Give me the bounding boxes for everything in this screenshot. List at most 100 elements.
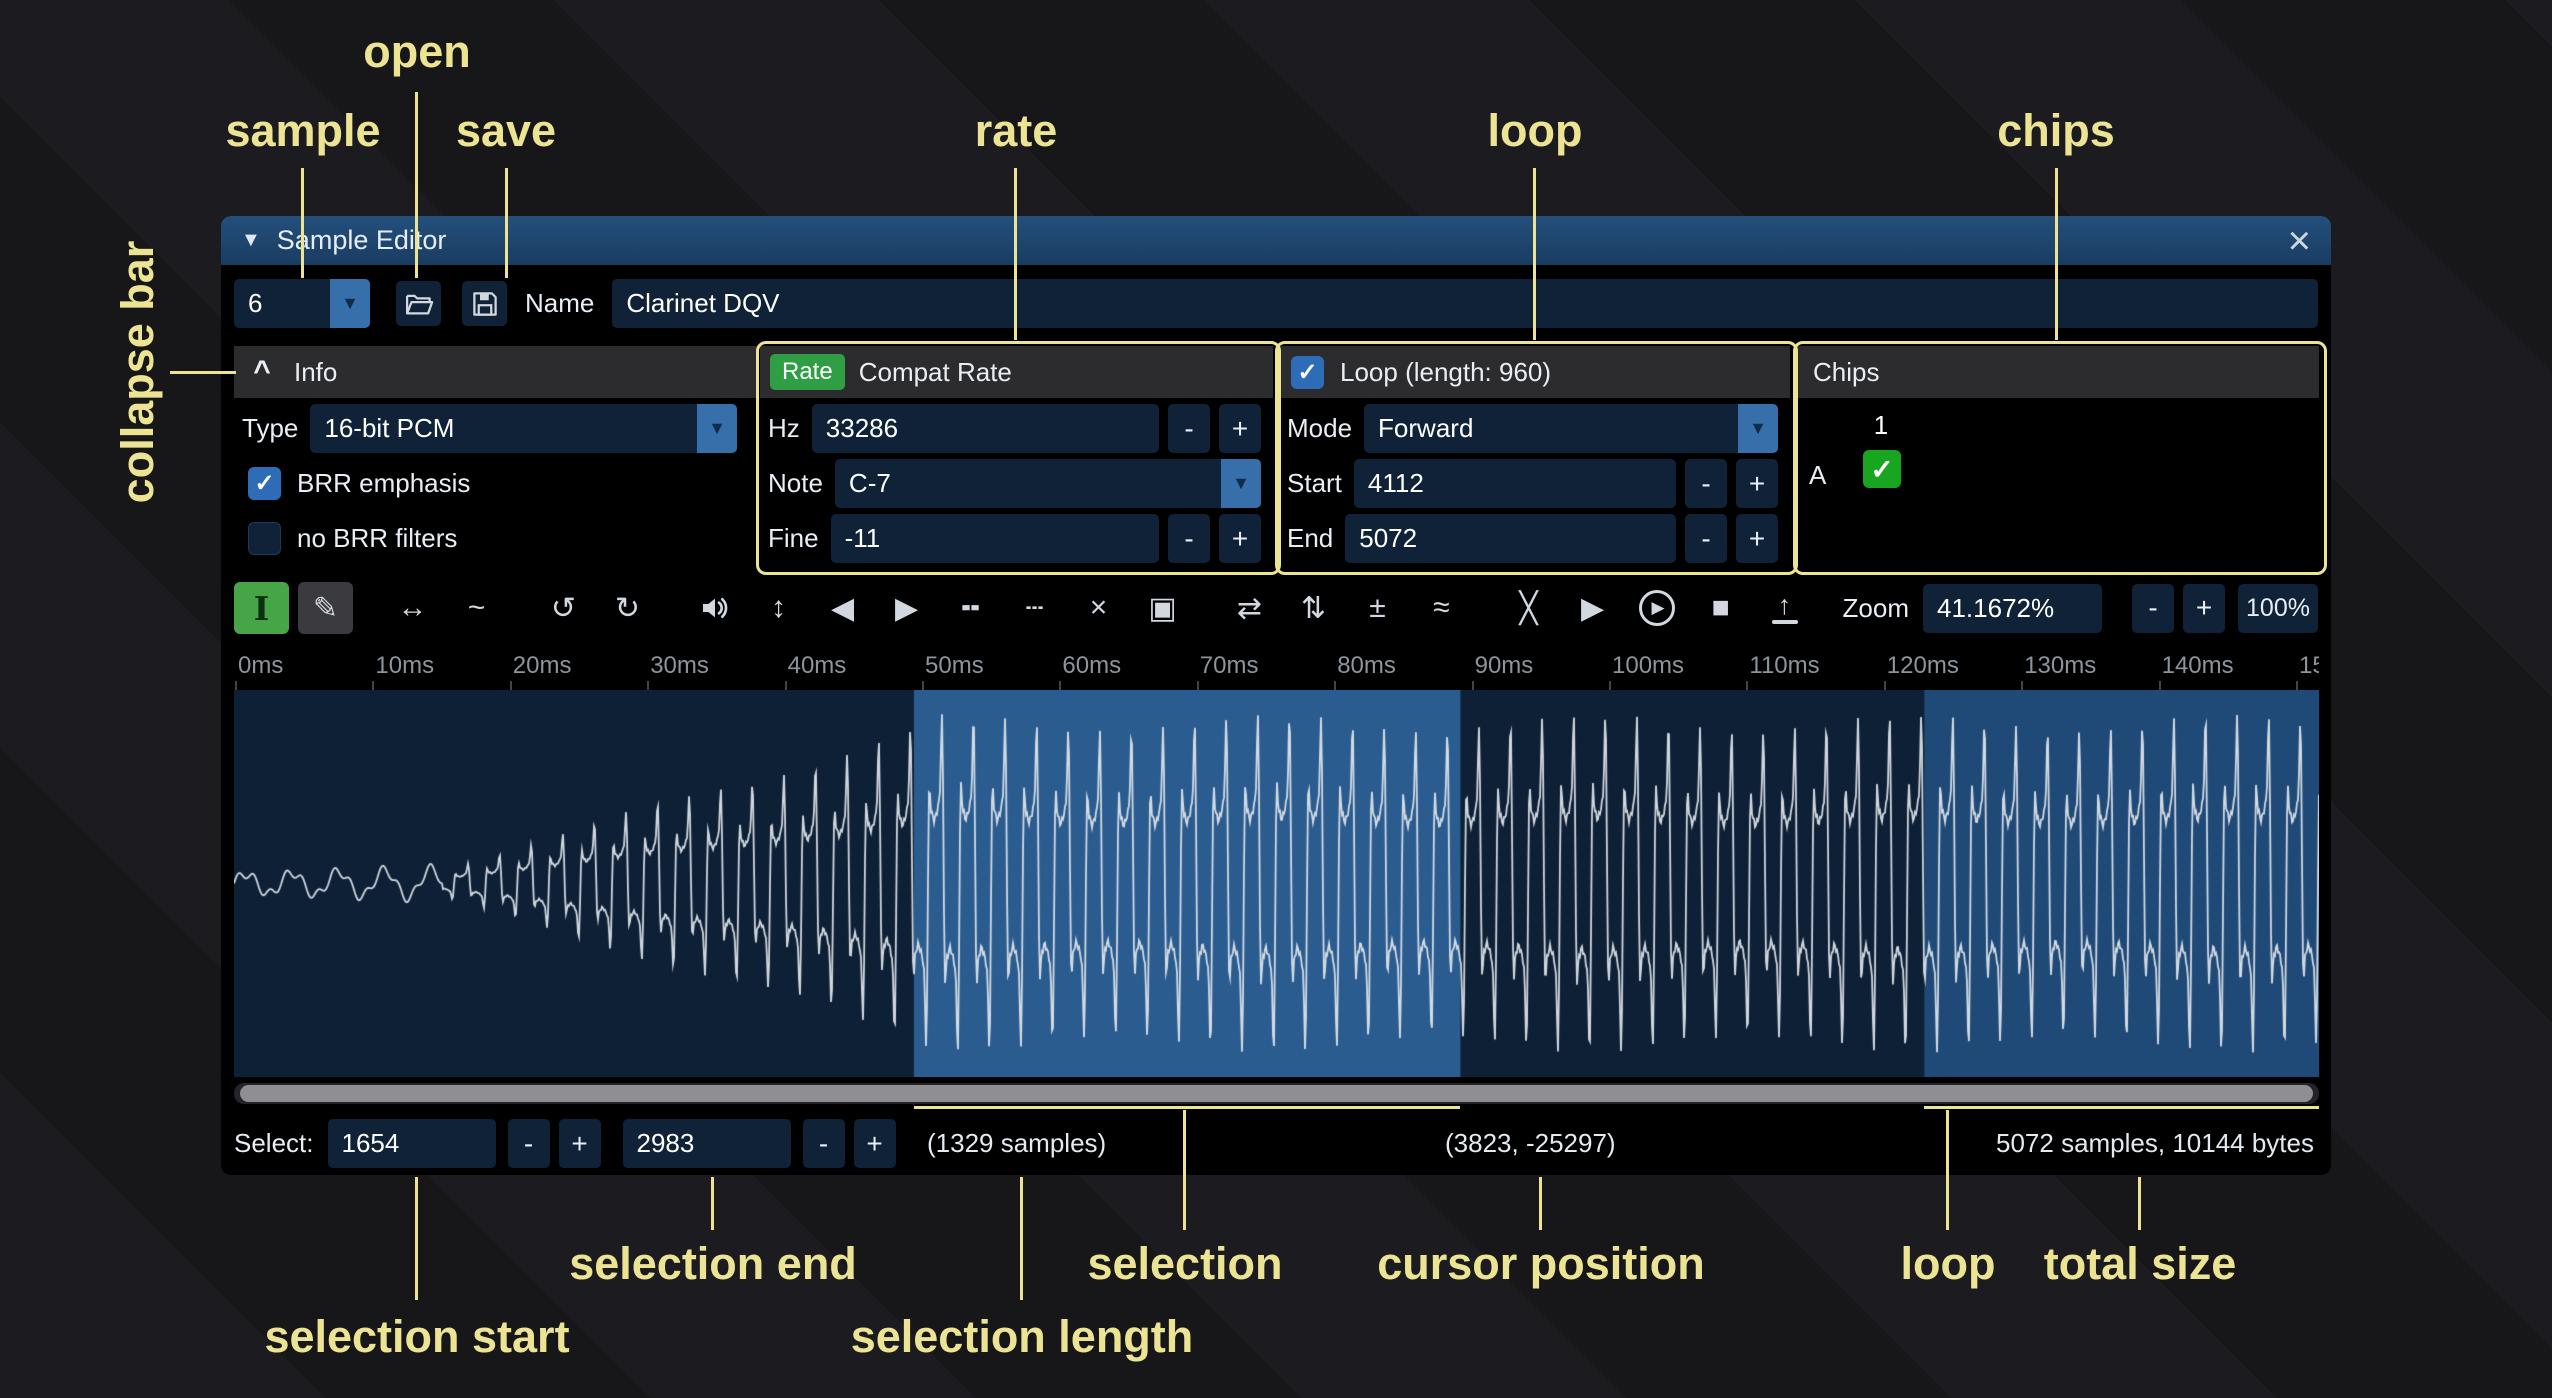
trim-button[interactable]: ▣ [1135,582,1190,634]
crossfade-button[interactable]: ╳ [1501,582,1556,634]
annotation-line-save [505,168,508,278]
chevron-down-icon[interactable]: ▼ [330,279,370,328]
window-collapse-icon[interactable]: ▼ [241,229,261,252]
annotation-line-selection [1183,1110,1186,1230]
hz-label: Hz [768,413,800,444]
selection-start-input[interactable] [328,1119,496,1168]
ruler-label: 120ms [1887,652,1959,680]
save-sample-button[interactable] [462,281,507,326]
resize-button[interactable]: ↔ [385,582,440,634]
ruler-label: 80ms [1337,652,1396,680]
normalize-button[interactable]: ↕ [751,582,806,634]
loop-end-minus-button[interactable]: - [1685,514,1727,563]
no-brr-filters-label: no BRR filters [297,523,457,554]
loop-start-input[interactable] [1354,459,1676,508]
ruler-tick [1059,681,1061,690]
sample-name-input[interactable] [612,279,2318,328]
selection-end-minus-button[interactable]: - [803,1119,845,1168]
sign-button[interactable]: ± [1350,582,1405,634]
info-collapse-button[interactable]: ^ [244,354,280,390]
chips-body: 1 A ✓ [1797,398,2319,564]
draw-button[interactable]: ✎ [298,582,353,634]
ruler-label: 100ms [1612,652,1684,680]
selection-start-minus-button[interactable]: - [508,1119,550,1168]
redo-button[interactable]: ↻ [600,582,655,634]
loop-end-plus-button[interactable]: + [1736,514,1778,563]
brr-emphasis-label: BRR emphasis [297,468,470,499]
zoom-reset-button[interactable]: 100% [2238,584,2318,633]
undo-button[interactable]: ↺ [536,582,591,634]
filter-button[interactable]: ≈ [1414,582,1469,634]
zoom-in-button[interactable]: + [2183,584,2225,633]
no-brr-filters-checkbox[interactable] [248,522,281,555]
preview-button[interactable]: ▶ [1565,582,1620,634]
status-row: Select: - + - + (1329 samples) (3823, -2… [234,1119,2318,1168]
loop-mode-value: Forward [1364,413,1738,444]
annotation-selection-start: selection start [264,1311,569,1363]
hz-plus-button[interactable]: + [1219,404,1261,453]
chip-a-checkbox[interactable]: ✓ [1863,450,1901,488]
annotation-open: open [363,26,471,78]
note-value: C-7 [835,468,1221,499]
annotation-collapse-bar: collapse bar [112,202,164,542]
selection-start-plus-button[interactable]: + [559,1119,601,1168]
edit-cursor-button[interactable]: I [234,582,289,634]
annotation-line-sample [301,168,304,278]
insert-silence-button[interactable]: ╍ [943,582,998,634]
annotation-line-open [415,92,418,278]
ruler-tick [1746,681,1748,690]
apply-silence-button[interactable]: ┄ [1007,582,1062,634]
invert-button[interactable]: ⇅ [1286,582,1341,634]
waveform-canvas[interactable] [234,690,2319,1077]
resample-button[interactable]: ~ [449,582,504,634]
loop-start-minus-button[interactable]: - [1685,459,1727,508]
ruler-tick [2159,681,2161,690]
annotation-line-selection-end [711,1177,714,1230]
loop-start-plus-button[interactable]: + [1736,459,1778,508]
fine-minus-button[interactable]: - [1168,514,1210,563]
loop-end-input[interactable] [1345,514,1676,563]
ruler-tick [510,681,512,690]
brr-emphasis-checkbox[interactable]: ✓ [248,467,281,500]
type-label: Type [242,413,298,444]
stop-button[interactable]: ■ [1693,582,1748,634]
waveform-scrollbar[interactable] [234,1083,2319,1104]
selection-end-input[interactable] [623,1119,791,1168]
fine-input[interactable] [831,514,1159,563]
close-button[interactable]: × [2288,221,2311,261]
annotation-selection-end: selection end [569,1238,857,1290]
sample-type-dropdown[interactable]: 16-bit PCM ▼ [310,404,737,453]
loop-section: ✓ Loop (length: 960) Mode Forward ▼ Star… [1279,346,1790,564]
hz-input[interactable] [812,404,1159,453]
window-titlebar[interactable]: ▼ Sample Editor × [221,216,2331,265]
floppy-disk-icon [470,289,500,319]
fine-plus-button[interactable]: + [1219,514,1261,563]
import-button[interactable]: ↑ [1757,582,1812,634]
zoom-out-button[interactable]: - [2132,584,2174,633]
open-sample-button[interactable] [396,281,441,326]
loop-mode-dropdown[interactable]: Forward ▼ [1364,404,1778,453]
loop-section-header: ✓ Loop (length: 960) [1279,346,1790,398]
delete-button[interactable]: × [1071,582,1126,634]
ruler-label: 150ms [2299,652,2319,680]
note-dropdown[interactable]: C-7 ▼ [835,459,1261,508]
chevron-down-icon: ▼ [1738,404,1778,453]
ruler-tick [1884,681,1886,690]
reverse-button[interactable]: ⇄ [1222,582,1277,634]
hz-minus-button[interactable]: - [1168,404,1210,453]
amplify-button[interactable] [687,582,742,634]
selection-end-plus-button[interactable]: + [854,1119,896,1168]
fade-in-button[interactable]: ◀ [815,582,870,634]
scrollbar-thumb[interactable] [240,1085,2313,1102]
fade-out-button[interactable]: ▶ [879,582,934,634]
zoom-input[interactable] [1923,584,2102,633]
select-label: Select: [234,1128,314,1159]
ruler-tick [922,681,924,690]
sample-name-row: 6 ▼ Name [234,279,2318,328]
play-button[interactable]: ▶ [1629,582,1684,634]
loop-end-label: End [1287,523,1333,554]
zoom-label: Zoom [1843,593,1909,624]
name-label: Name [525,288,594,319]
sample-number-dropdown[interactable]: 6 ▼ [234,279,370,328]
loop-enable-checkbox[interactable]: ✓ [1291,356,1324,389]
